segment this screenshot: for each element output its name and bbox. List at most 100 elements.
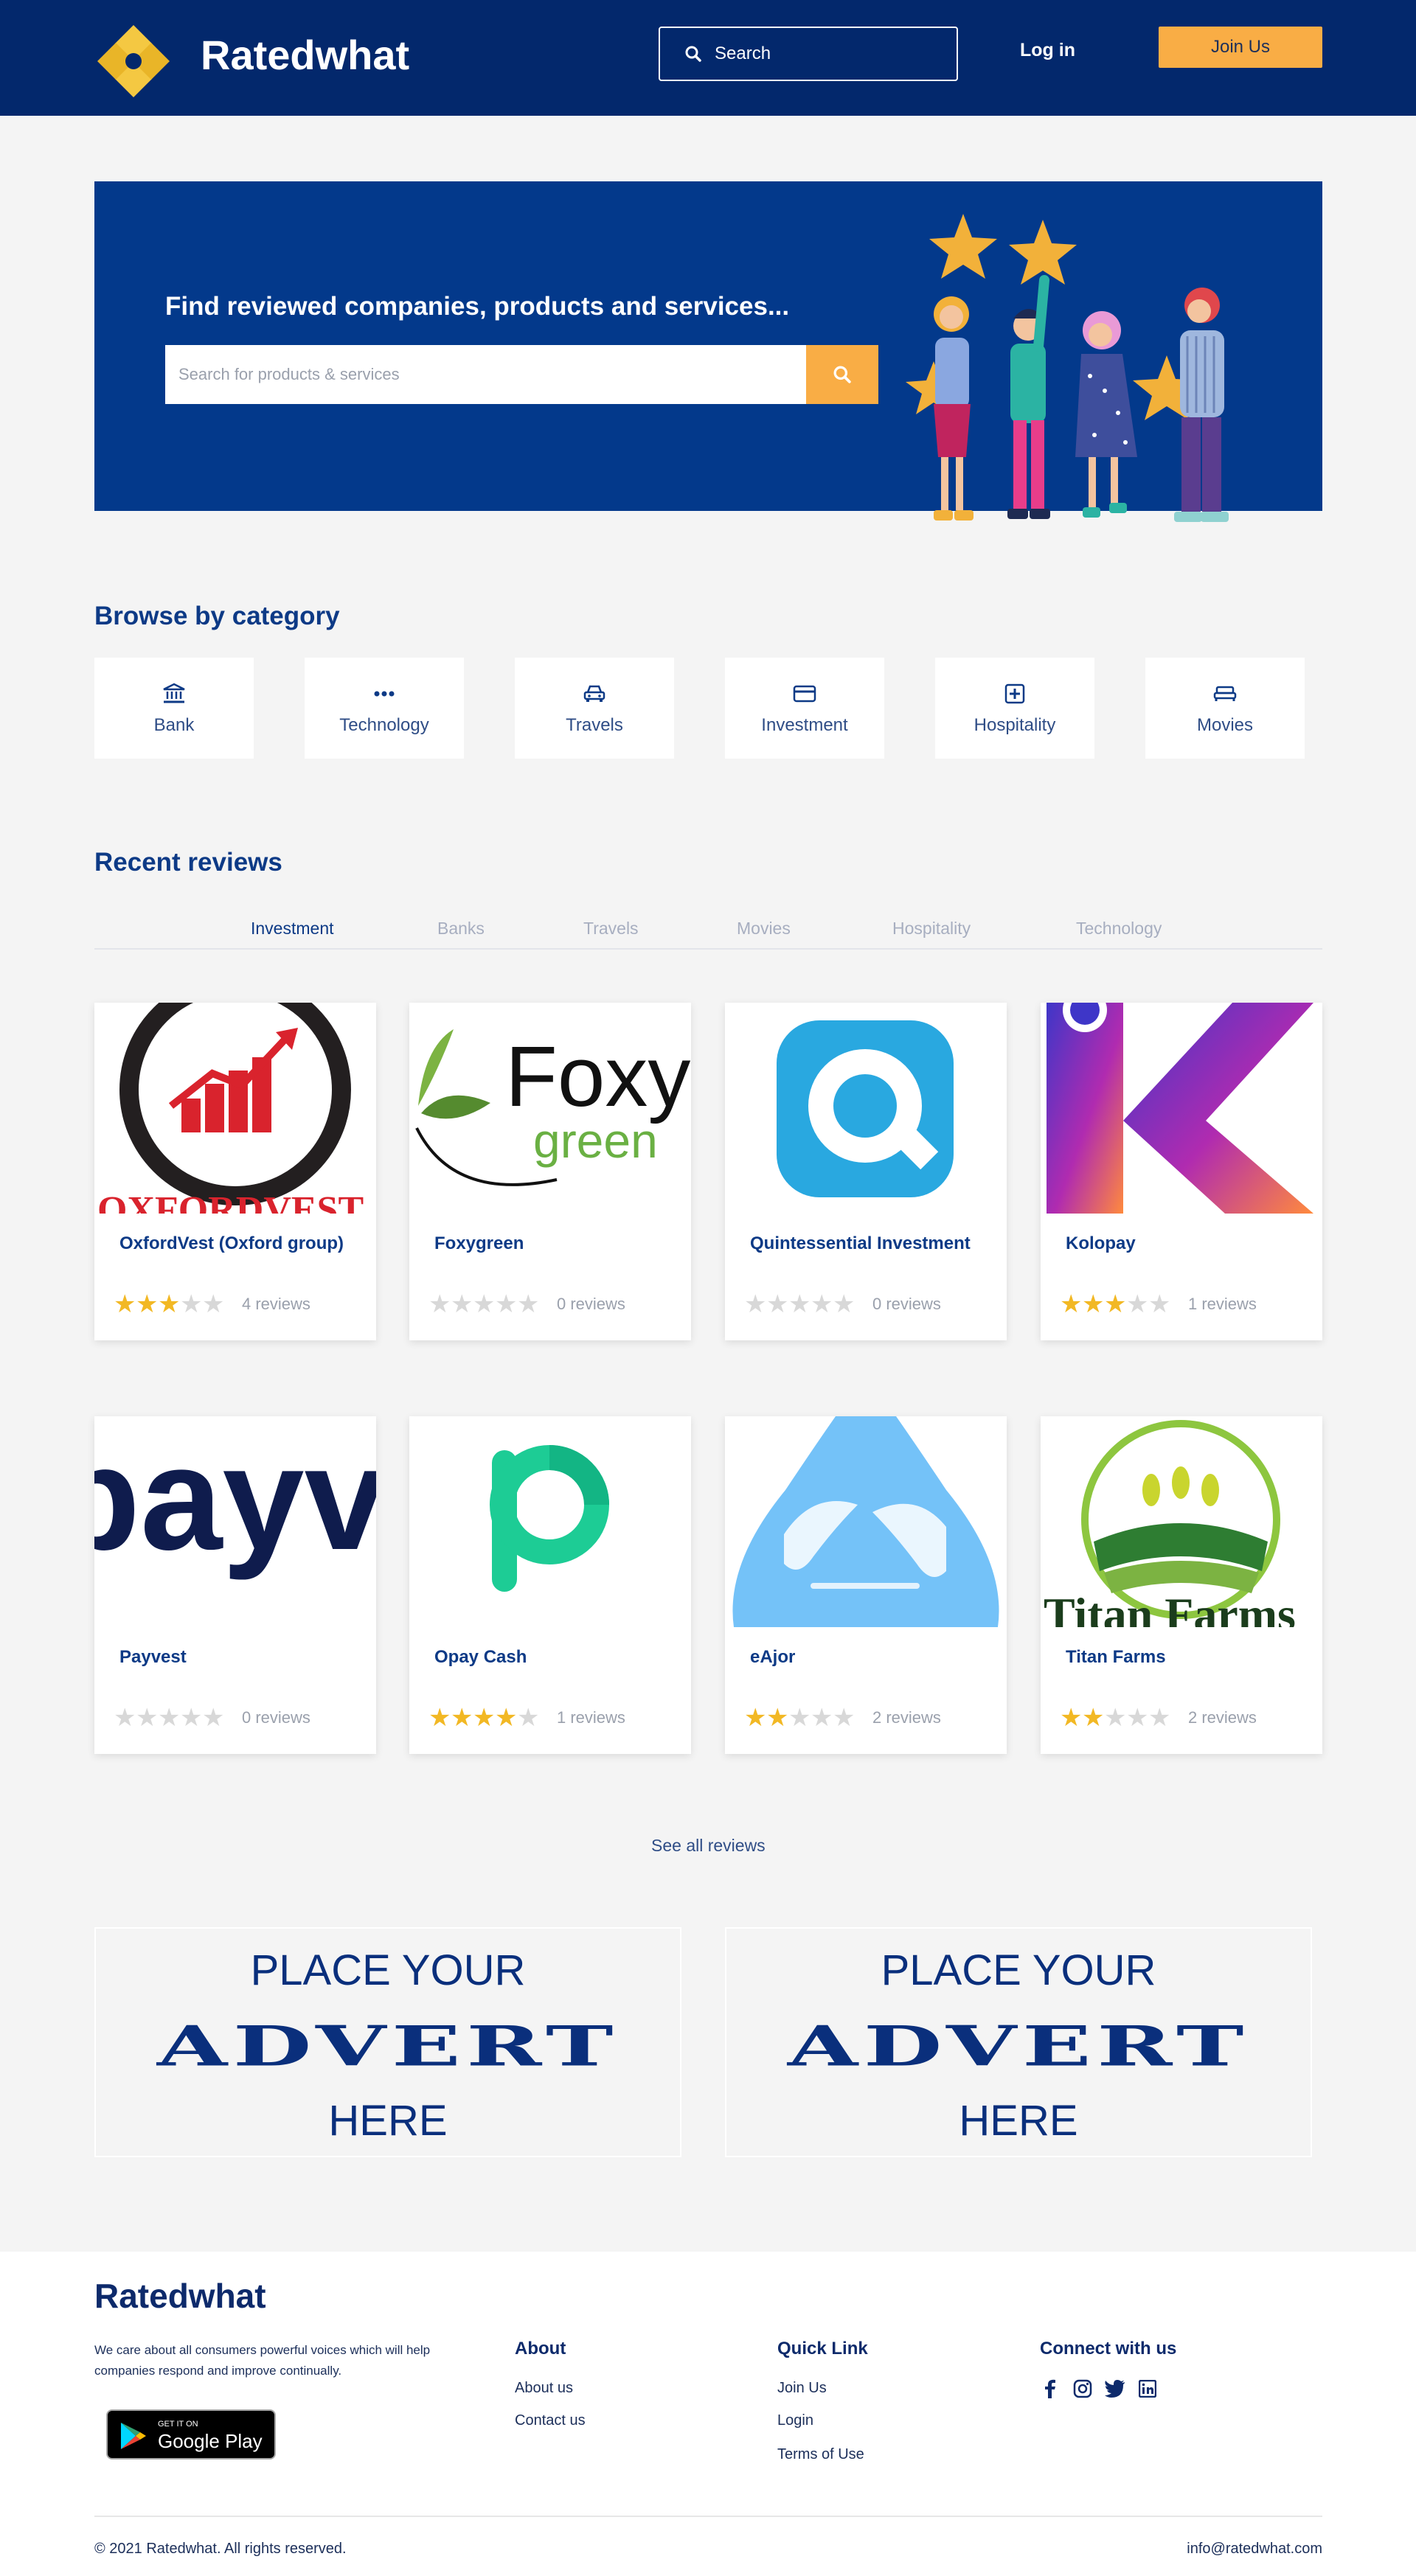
review-card-opay-cash[interactable]: Opay Cash ★ ★ ★ ★ ★ 1 reviews <box>409 1416 691 1754</box>
foxygreen-logo: Foxy green <box>409 1003 691 1214</box>
footer-connect-title: Connect with us <box>1040 2339 1177 2359</box>
review-card-oxfordvest[interactable]: OXFORDVEST OxfordVest (Oxford group) ★ ★ ★… <box>94 1003 376 1340</box>
advert-main-text: ADVERT <box>787 2013 1250 2079</box>
linkedin-icon[interactable] <box>1137 2378 1158 2399</box>
category-tile-technology[interactable]: Technology <box>305 658 464 759</box>
tab-movies[interactable]: Movies <box>737 919 791 939</box>
category-tile-bank[interactable]: Bank <box>94 658 254 759</box>
payvest-logo: payv <box>94 1416 376 1627</box>
category-label: Bank <box>153 714 195 735</box>
star-illustration <box>929 214 997 279</box>
tab-banks[interactable]: Banks <box>437 919 485 939</box>
category-label: Movies <box>1196 714 1254 735</box>
footer-quicklink-title: Quick Link <box>777 2339 868 2359</box>
review-card-titan-farms[interactable]: Titan Farms Titan Farms ★ ★ ★ ★ ★ 2 reviews <box>1041 1416 1322 1754</box>
footer-about-title: About <box>515 2339 566 2359</box>
advert-bottom-text: HERE <box>328 2097 448 2145</box>
category-tile-investment[interactable]: Investment <box>725 658 884 759</box>
people-with-stars-illustration <box>906 214 1229 522</box>
tab-hospitality[interactable]: Hospitality <box>892 919 971 939</box>
medical-plus-icon <box>1002 681 1027 706</box>
facebook-icon[interactable] <box>1040 2378 1061 2399</box>
star-icon: ★ <box>1148 1704 1171 1732</box>
category-label: Hospitality <box>974 714 1056 735</box>
site-footer: Ratedwhat We care about all consumers po… <box>0 2252 1416 2576</box>
instagram-icon[interactable] <box>1072 2378 1093 2399</box>
star-icon: ★ <box>1060 1290 1083 1318</box>
star-icon: ★ <box>428 1704 451 1732</box>
star-illustration <box>1009 220 1077 285</box>
category-tile-hospitality[interactable]: Hospitality <box>935 658 1094 759</box>
star-icon: ★ <box>1082 1704 1105 1732</box>
company-name[interactable]: Foxygreen <box>434 1233 524 1255</box>
star-icon: ★ <box>744 1290 767 1318</box>
footer-brand[interactable]: Ratedwhat <box>94 2275 266 2316</box>
star-icon: ★ <box>202 1704 225 1732</box>
tab-investment[interactable]: Investment <box>251 919 334 939</box>
tab-travels[interactable]: Travels <box>583 919 639 939</box>
company-name[interactable]: OxfordVest (Oxford group) <box>119 1233 344 1255</box>
hero-search-button[interactable] <box>806 345 878 404</box>
review-count: 0 reviews <box>242 1708 310 1727</box>
star-icon: ★ <box>158 1704 181 1732</box>
header-search-button[interactable]: Search <box>659 27 958 81</box>
card-icon <box>792 681 817 706</box>
logo-icon[interactable] <box>94 22 173 100</box>
review-card-eajor[interactable]: eAjor ★ ★ ★ ★ ★ 2 reviews <box>725 1416 1007 1754</box>
star-icon: ★ <box>473 1704 496 1732</box>
bed-icon <box>1212 681 1238 706</box>
star-icon: ★ <box>202 1290 225 1318</box>
twitter-icon[interactable] <box>1105 2378 1125 2399</box>
star-rating: ★ ★ ★ ★ ★ <box>744 1292 855 1317</box>
review-count: 1 reviews <box>1188 1295 1257 1313</box>
review-card-foxygreen[interactable]: Foxy green Foxygreen ★ ★ ★ ★ ★ 0 reviews <box>409 1003 691 1340</box>
review-card-payvest[interactable]: payv Payvest ★ ★ ★ ★ ★ 0 reviews <box>94 1416 376 1754</box>
category-tile-movies[interactable]: Movies <box>1145 658 1305 759</box>
advert-banner-right[interactable]: PLACE YOUR ADVERT HERE <box>725 1927 1312 2157</box>
star-rating: ★ ★ ★ ★ ★ <box>114 1705 224 1730</box>
footer-email-link[interactable]: info@ratedwhat.com <box>1187 2541 1322 2558</box>
titanfarms-logo: Titan Farms <box>1041 1416 1322 1627</box>
footer-link-about-us[interactable]: About us <box>515 2380 573 2397</box>
star-icon: ★ <box>1148 1290 1171 1318</box>
eajor-logo <box>725 1416 1007 1627</box>
tab-technology[interactable]: Technology <box>1076 919 1162 939</box>
google-play-badge[interactable]: GET IT ON Google Play <box>106 2409 276 2460</box>
star-icon: ★ <box>136 1290 159 1318</box>
quintessential-logo <box>725 1003 1007 1214</box>
login-link[interactable]: Log in <box>1020 37 1075 63</box>
star-rating: ★ ★ ★ ★ ★ <box>114 1292 224 1317</box>
footer-link-join-us[interactable]: Join Us <box>777 2380 827 2397</box>
company-name[interactable]: eAjor <box>750 1646 795 1668</box>
company-name[interactable]: Payvest <box>119 1646 187 1668</box>
footer-link-contact-us[interactable]: Contact us <box>515 2412 586 2429</box>
category-label: Technology <box>339 714 429 735</box>
review-card-quintessential[interactable]: Quintessential Investment ★ ★ ★ ★ ★ 0 review… <box>725 1003 1007 1340</box>
review-card-kolopay[interactable]: Kolopay ★ ★ ★ ★ ★ 1 reviews <box>1041 1003 1322 1340</box>
header-search-label: Search <box>715 43 771 63</box>
company-name[interactable]: Titan Farms <box>1066 1646 1166 1668</box>
join-us-button[interactable]: Join Us <box>1159 27 1322 68</box>
star-icon: ★ <box>136 1704 159 1732</box>
hero-title: Find reviewed companies, products and se… <box>165 292 790 321</box>
company-name[interactable]: Quintessential Investment <box>750 1233 971 1255</box>
search-icon <box>685 46 701 62</box>
star-icon: ★ <box>517 1290 540 1318</box>
company-name[interactable]: Kolopay <box>1066 1233 1136 1255</box>
svg-text:Titan Farms: Titan Farms <box>1044 1588 1296 1627</box>
category-tile-travels[interactable]: Travels <box>515 658 674 759</box>
advert-banner-left[interactable]: PLACE YOUR ADVERT HERE <box>94 1927 681 2157</box>
hero-search-input[interactable]: Search for products & services <box>165 345 809 404</box>
star-rating: ★ ★ ★ ★ ★ <box>428 1292 539 1317</box>
star-icon: ★ <box>451 1704 473 1732</box>
company-name[interactable]: Opay Cash <box>434 1646 527 1668</box>
footer-link-login[interactable]: Login <box>777 2412 813 2429</box>
brand-name[interactable]: Ratedwhat <box>201 29 409 81</box>
review-count: 0 reviews <box>557 1295 625 1313</box>
footer-link-terms[interactable]: Terms of Use <box>777 2446 864 2463</box>
star-icon: ★ <box>744 1704 767 1732</box>
star-icon: ★ <box>1060 1704 1083 1732</box>
advert-top-text: PLACE YOUR <box>250 1946 526 1994</box>
star-icon: ★ <box>766 1290 789 1318</box>
see-all-reviews-link[interactable]: See all reviews <box>651 1836 766 1856</box>
